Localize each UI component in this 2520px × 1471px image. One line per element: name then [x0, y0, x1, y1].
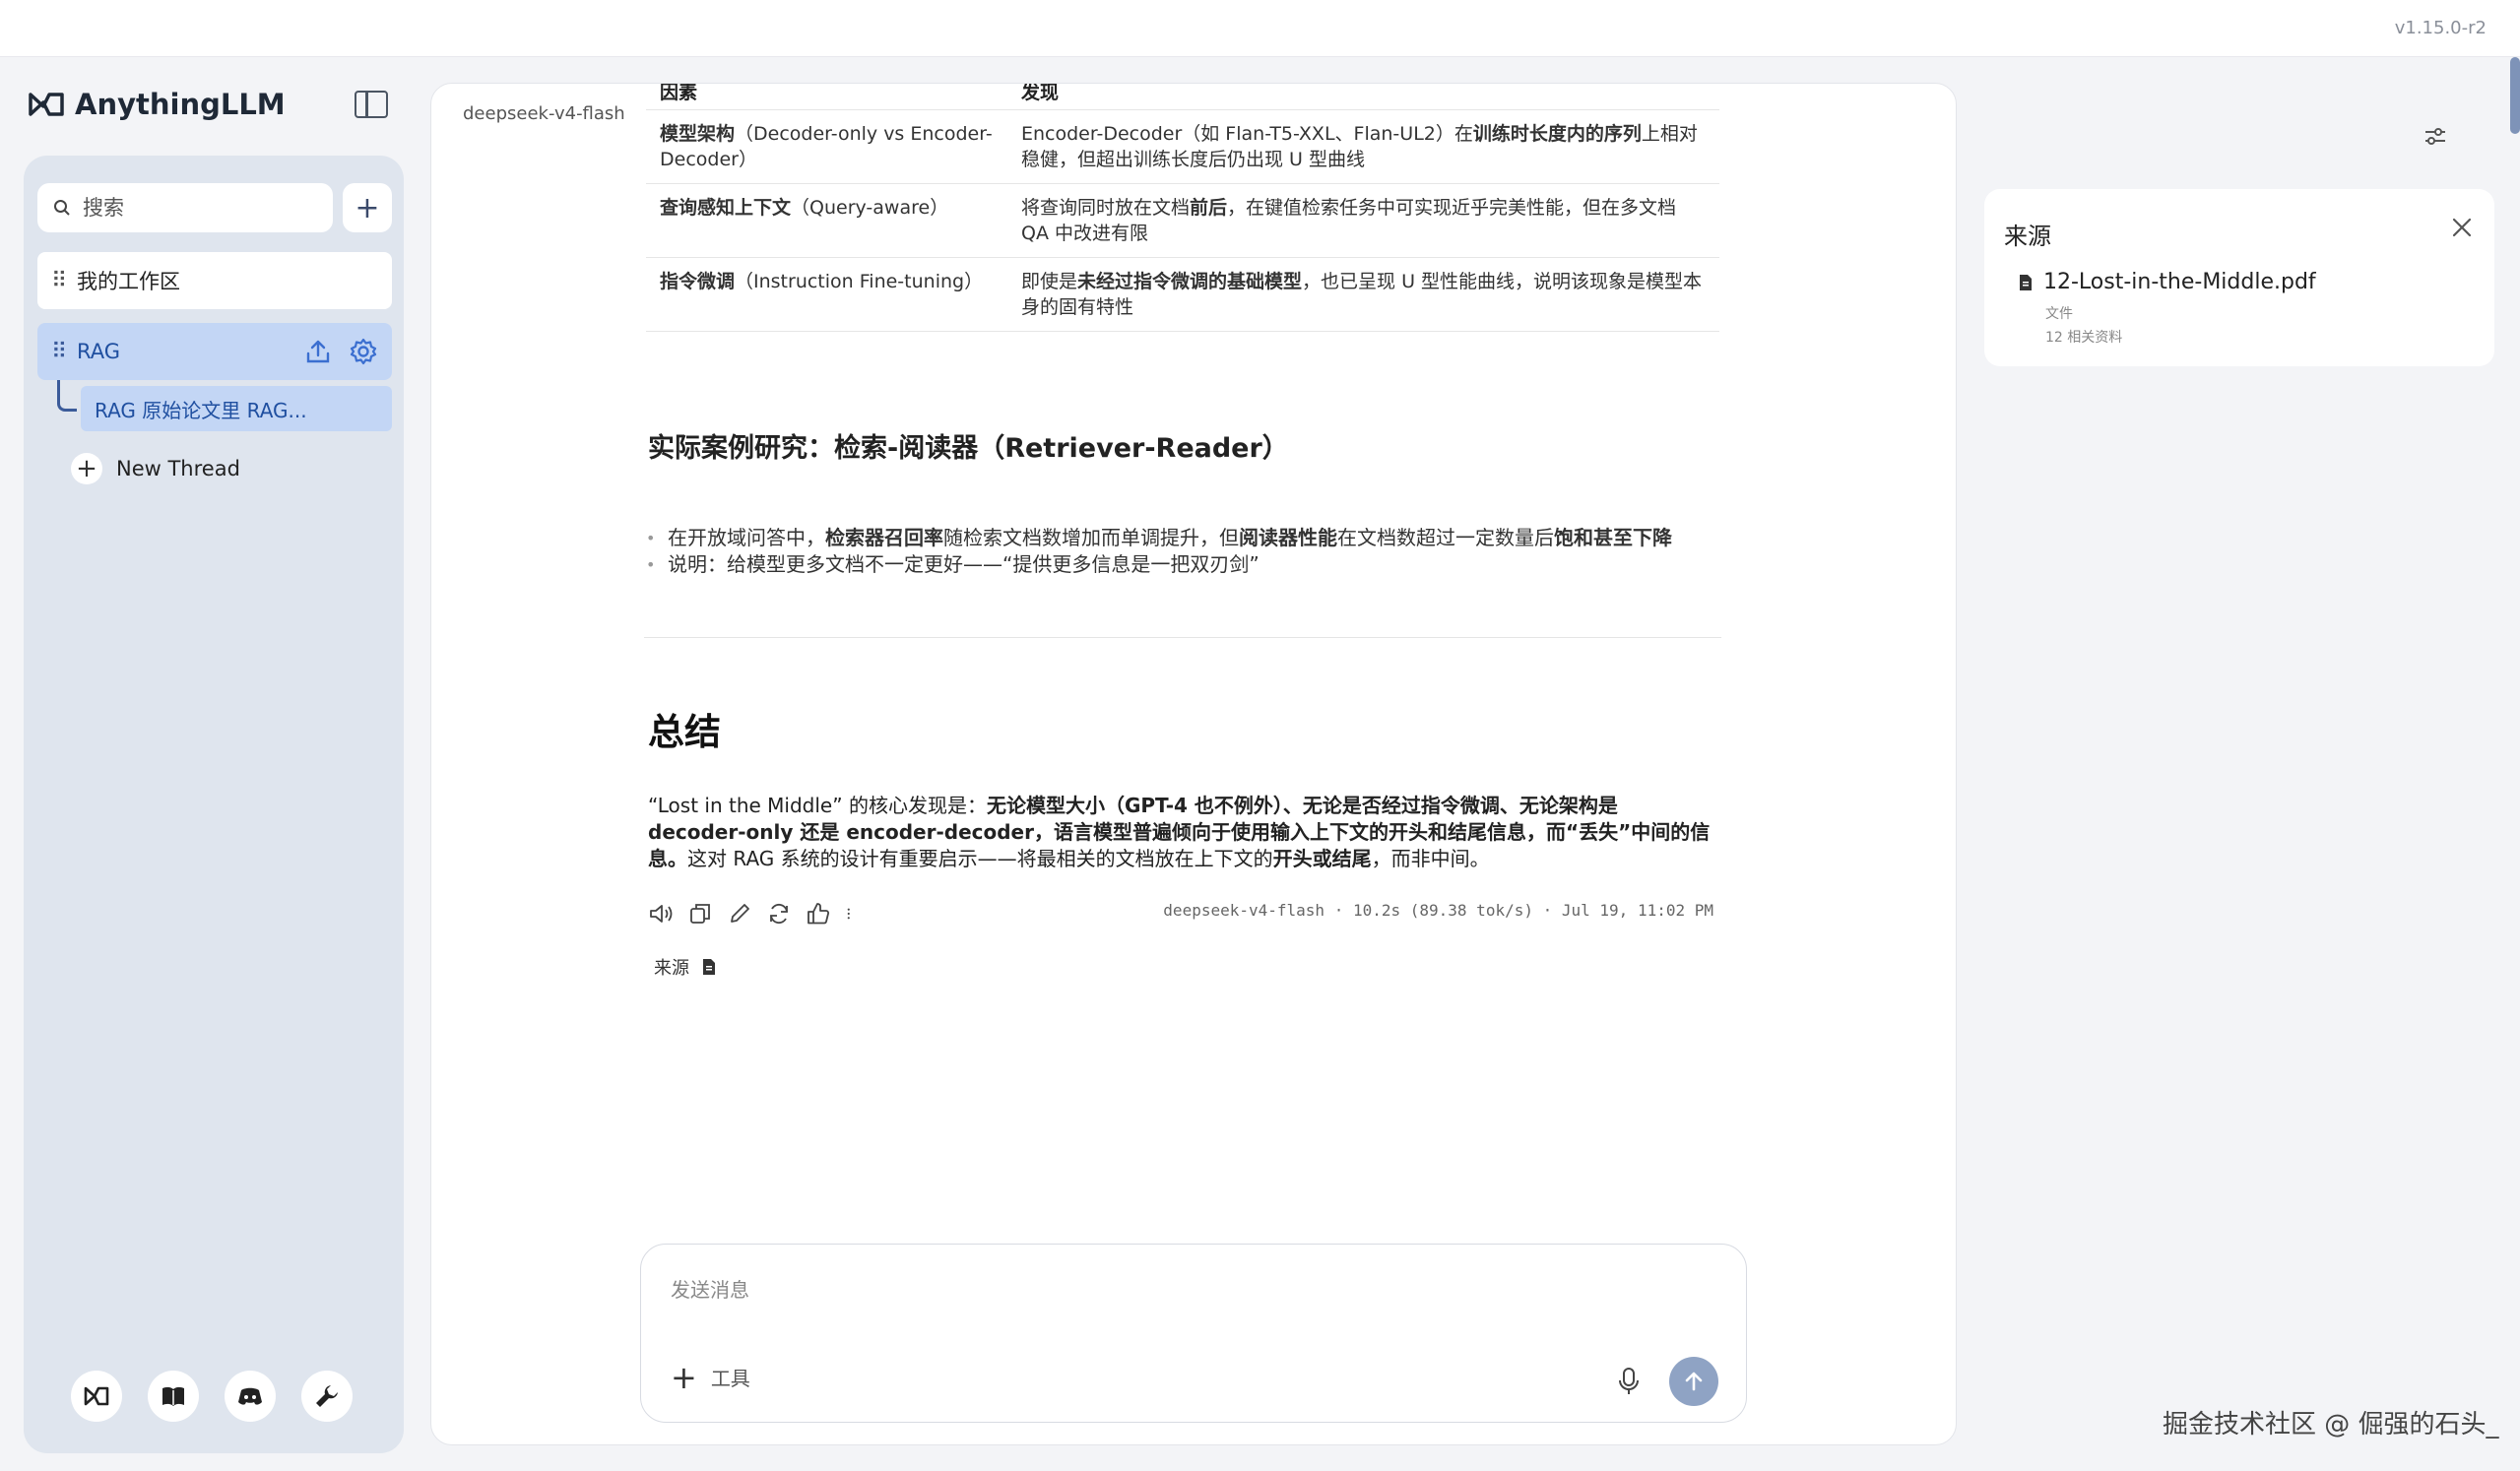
chat-panel: deepseek-v4-flash 因素 发现 模型架构（Decoder-onl… [430, 83, 1957, 1445]
table-header: 发现 [1007, 84, 1719, 110]
drag-handle-icon[interactable]: ⠿ [51, 269, 73, 293]
thread-label: RAG 原始论文里 RAG... [95, 398, 307, 422]
table-row: 模型架构（Decoder-only vs Encoder-Decoder） En… [646, 109, 1719, 184]
thumbs-up-icon[interactable] [806, 901, 831, 927]
upload-icon[interactable] [303, 337, 333, 366]
watermark: 掘金技术社区 @ 倔强的石头_ [2163, 1410, 2499, 1439]
filter-settings-icon[interactable] [2423, 124, 2448, 150]
home-button[interactable] [71, 1371, 122, 1422]
list-item: 在开放域问答中，检索器召回率随检索文档数增加而单调提升，但阅读器性能在文档数超过… [646, 525, 1672, 551]
sources-panel-title: 来源 [2004, 223, 2051, 250]
table-row: 指令微调（Instruction Fine-tuning） 即使是未经过指令微调… [646, 257, 1719, 332]
search-box [37, 183, 333, 232]
source-file-item[interactable]: 12-Lost-in-the-Middle.pdf [2018, 270, 2316, 294]
anythingllm-logo-icon [84, 1386, 109, 1406]
scrollbar-thumb[interactable] [2510, 57, 2520, 134]
sidebar-toggle-icon[interactable] [355, 91, 388, 118]
source-file-type: 文件 [2045, 306, 2073, 322]
table-cell-finding: 将查询同时放在文档前后，在键值检索任务中可实现近乎完美性能，但在多文档 QA 中… [1007, 183, 1719, 258]
model-tag: deepseek-v4-flash [463, 103, 625, 124]
send-button[interactable] [1669, 1357, 1718, 1406]
new-thread-label: New Thread [116, 457, 240, 480]
thread-item-rag[interactable]: RAG 原始论文里 RAG... [81, 386, 392, 431]
new-thread-button[interactable]: + New Thread [71, 451, 240, 486]
file-icon [2020, 274, 2032, 290]
close-icon[interactable] [2451, 217, 2473, 238]
message-composer: + 工具 [640, 1244, 1747, 1423]
summary-heading: 总结 [648, 711, 721, 753]
edit-icon[interactable] [727, 901, 752, 927]
divider [644, 637, 1721, 638]
sidebar: + ⠿ 我的工作区 ⠿ RAG RAG 原始论文里 RAG... + New T… [24, 156, 404, 1453]
table-cell-factor: 指令微调（Instruction Fine-tuning） [646, 257, 1007, 332]
version-label: v1.15.0-r2 [2394, 18, 2487, 38]
arrow-up-icon [1685, 1372, 1703, 1391]
table-cell-finding: Encoder-Decoder（如 Flan-T5-XXL、Flan-UL2）在… [1007, 109, 1719, 184]
plus-icon: + [71, 453, 102, 484]
findings-table: 因素 发现 模型架构（Decoder-only vs Encoder-Decod… [646, 84, 1719, 332]
message-input[interactable] [671, 1274, 1655, 1313]
table-header: 因素 [646, 84, 1007, 110]
regenerate-icon[interactable] [766, 901, 792, 927]
discord-icon [238, 1387, 262, 1405]
list-item: 说明：给模型更多文档不一定更好——“提供更多信息是一把双刃剑” [646, 551, 1672, 578]
app-name: AnythingLLM [75, 88, 286, 121]
new-workspace-button[interactable]: + [343, 183, 392, 232]
message-meta: deepseek-v4-flash · 10.2s (89.38 tok/s) … [1163, 901, 1713, 920]
settings-button[interactable] [301, 1371, 353, 1422]
sidebar-footer [71, 1371, 353, 1422]
microphone-icon[interactable] [1616, 1367, 1642, 1396]
drag-handle-icon[interactable]: ⠿ [51, 340, 73, 364]
table-cell-factor: 查询感知上下文（Query-aware） [646, 183, 1007, 258]
plus-icon: + [355, 190, 380, 225]
workspace-label: RAG [77, 340, 121, 363]
plus-icon: + [671, 1358, 697, 1396]
table-cell-factor: 模型架构（Decoder-only vs Encoder-Decoder） [646, 109, 1007, 184]
case-study-heading: 实际案例研究：检索-阅读器（Retriever-Reader） [648, 433, 1289, 464]
app-logo: AnythingLLM [28, 87, 286, 122]
source-file-refs: 12 相关资料 [2045, 330, 2123, 346]
table-cell-finding: 即使是未经过指令微调的基础模型，也已呈现 U 型性能曲线，说明该现象是模型本身的… [1007, 257, 1719, 332]
copy-icon[interactable] [687, 901, 713, 927]
message-actions [648, 901, 859, 927]
source-file-name: 12-Lost-in-the-Middle.pdf [2043, 270, 2316, 294]
tools-label: 工具 [710, 1367, 750, 1390]
table-row: 查询感知上下文（Query-aware） 将查询同时放在文档前后，在键值检索任务… [646, 183, 1719, 258]
sources-label: 来源 [654, 958, 689, 979]
sources-toggle[interactable]: 来源 [654, 954, 717, 980]
table-header-row: 因素 发现 [646, 84, 1719, 110]
tools-button[interactable]: + 工具 [671, 1358, 750, 1396]
sources-panel: 来源 12-Lost-in-the-Middle.pdf 文件 12 相关资料 [1984, 189, 2494, 366]
book-icon [162, 1386, 184, 1406]
workspace-item-rag[interactable]: ⠿ RAG [37, 323, 392, 380]
wrench-icon [316, 1385, 338, 1407]
workspace-item-my-workspace[interactable]: ⠿ 我的工作区 [37, 252, 392, 309]
workspace-label: 我的工作区 [77, 270, 180, 293]
discord-button[interactable] [225, 1371, 276, 1422]
file-icon [703, 959, 715, 975]
more-vertical-icon[interactable] [845, 901, 859, 927]
docs-button[interactable] [148, 1371, 199, 1422]
anythingllm-logo-icon [29, 93, 64, 116]
search-icon [54, 200, 70, 216]
gear-icon[interactable] [349, 337, 378, 366]
thread-branch-line [57, 380, 77, 412]
speaker-icon[interactable] [648, 901, 674, 927]
search-input[interactable] [83, 196, 299, 220]
summary-paragraph: “Lost in the Middle” 的核心发现是：无论模型大小（GPT-4… [648, 794, 1711, 870]
top-bar: v1.15.0-r2 [0, 0, 2520, 57]
case-study-list: 在开放域问答中，检索器召回率随检索文档数增加而单调提升，但阅读器性能在文档数超过… [646, 525, 1672, 578]
